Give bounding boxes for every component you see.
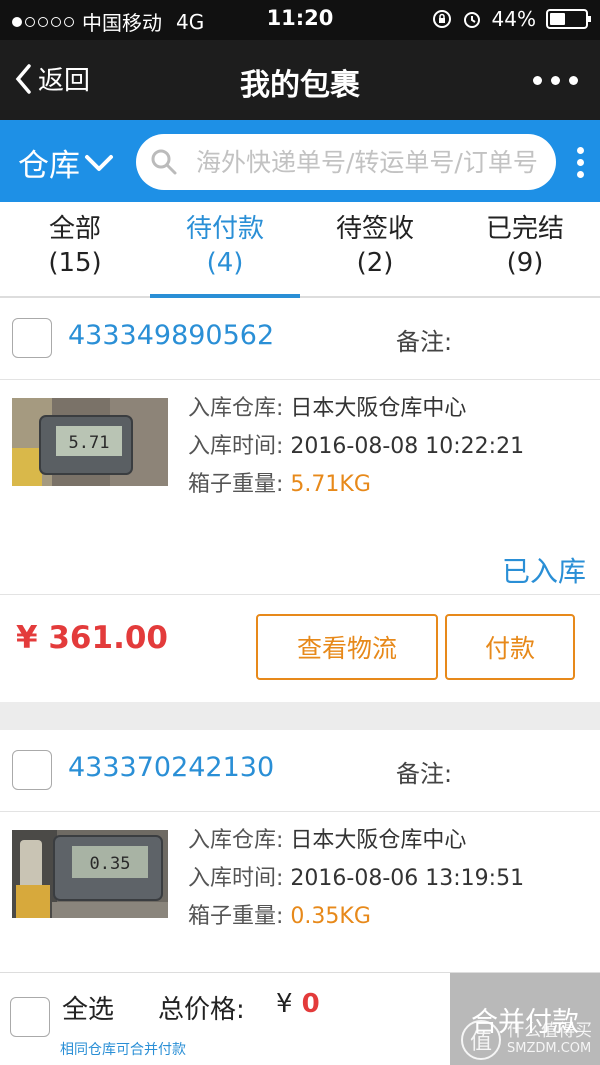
orientation-lock-icon <box>432 10 451 28</box>
package-checkbox[interactable] <box>12 318 52 358</box>
tab-label: 待签收 <box>335 214 414 244</box>
note-label: 备注: <box>396 760 453 788</box>
tab-label: 已完结 <box>485 214 564 244</box>
chevron-down-icon <box>85 154 113 171</box>
time-value: 2016-08-06 13:19:51 <box>290 866 525 891</box>
warehouse-value: 日本大阪仓库中心 <box>290 396 467 421</box>
package-number[interactable]: 433370242130 <box>68 752 274 783</box>
package-status: 已入库 <box>501 555 586 588</box>
warehouse-label: 仓库 <box>18 148 80 184</box>
package-info: 入库仓库: 日本大阪仓库中心 入库时间: 2016-08-06 13:19:51… <box>188 822 524 936</box>
package-checkbox[interactable] <box>12 750 52 790</box>
package-photo: 5.71 <box>12 398 168 486</box>
time-label: 入库时间: <box>188 866 284 891</box>
tab-count: (4) <box>206 248 244 278</box>
tab-all[interactable]: 全部 (15) <box>0 202 150 296</box>
time-label: 入库时间: <box>188 434 284 459</box>
tab-pending-receipt[interactable]: 待签收 (2) <box>300 202 450 296</box>
weight-label: 箱子重量: <box>188 904 284 929</box>
weight-value: 5.71KG <box>290 472 371 497</box>
battery-percent: 44% <box>491 7 536 31</box>
package-card: 433370242130 备注: 0.35 入库仓库: 日本大阪仓库中心 入库时… <box>0 730 600 975</box>
view-logistics-button[interactable]: 查看物流 <box>256 614 438 680</box>
search-input[interactable] <box>196 140 546 184</box>
weight-label: 箱子重量: <box>188 472 284 497</box>
total-price-label: 总价格: <box>158 995 245 1025</box>
package-number[interactable]: 433349890562 <box>68 320 274 351</box>
tab-label: 全部 <box>48 214 101 244</box>
filter-menu-icon[interactable] <box>577 147 584 178</box>
page-title: 我的包裹 <box>240 68 360 103</box>
battery-icon <box>546 9 591 29</box>
watermark: 值 什么值得买 SMZDM.COM <box>461 1020 592 1060</box>
watermark-line2: SMZDM.COM <box>507 1041 592 1056</box>
nav-bar: 返回 我的包裹 <box>0 40 600 120</box>
tab-completed[interactable]: 已完结 (9) <box>450 202 600 296</box>
scale-reading: 0.35 <box>90 854 131 874</box>
tab-label: 待付款 <box>185 214 264 244</box>
note-label: 备注: <box>396 328 453 356</box>
tab-count: (9) <box>506 248 544 278</box>
tab-count: (2) <box>356 248 394 278</box>
warehouse-dropdown[interactable]: 仓库 <box>18 140 114 185</box>
merge-hint: 相同仓库可合并付款 <box>60 1042 186 1058</box>
alarm-icon <box>463 12 480 28</box>
more-options-icon[interactable] <box>533 76 578 85</box>
package-info: 入库仓库: 日本大阪仓库中心 入库时间: 2016-08-08 10:22:21… <box>188 390 524 504</box>
divider <box>0 811 600 812</box>
warehouse-label: 入库仓库: <box>188 828 284 853</box>
warehouse-label: 入库仓库: <box>188 396 284 421</box>
search-box <box>136 134 556 190</box>
time-value: 2016-08-08 10:22:21 <box>290 434 525 459</box>
package-photo: 0.35 <box>12 830 168 918</box>
divider <box>0 594 600 595</box>
status-bar: 中国移动 4G 11:20 44% <box>0 0 600 40</box>
search-icon <box>151 149 177 175</box>
total-price-value: ¥ 0 <box>276 989 320 1019</box>
watermark-text: 什么值得买 SMZDM.COM <box>507 1022 592 1058</box>
watermark-logo: 值 <box>461 1020 501 1060</box>
search-bar: 仓库 <box>0 120 600 202</box>
warehouse-value: 日本大阪仓库中心 <box>290 828 467 853</box>
select-all-checkbox[interactable] <box>10 997 50 1037</box>
package-price: ¥ 361.00 <box>16 620 168 656</box>
total-currency: ¥ <box>276 989 293 1019</box>
scale-reading: 5.71 <box>69 433 110 453</box>
select-all-label[interactable]: 全选 <box>62 989 114 1026</box>
tab-pending-payment[interactable]: 待付款 (4) <box>150 202 300 298</box>
watermark-line1: 什么值得买 <box>507 1021 592 1041</box>
status-right: 44% <box>432 7 591 31</box>
status-tabs: 全部 (15) 待付款 (4) 待签收 (2) 已完结 (9) <box>0 202 600 298</box>
package-card: 433349890562 备注: 5.71 入库仓库: 日本大阪仓库中心 入库时… <box>0 298 600 702</box>
pay-button[interactable]: 付款 <box>445 614 575 680</box>
tab-count: (15) <box>48 248 102 278</box>
divider <box>0 379 600 380</box>
total-amount: 0 <box>301 989 320 1019</box>
weight-value: 0.35KG <box>290 904 371 929</box>
